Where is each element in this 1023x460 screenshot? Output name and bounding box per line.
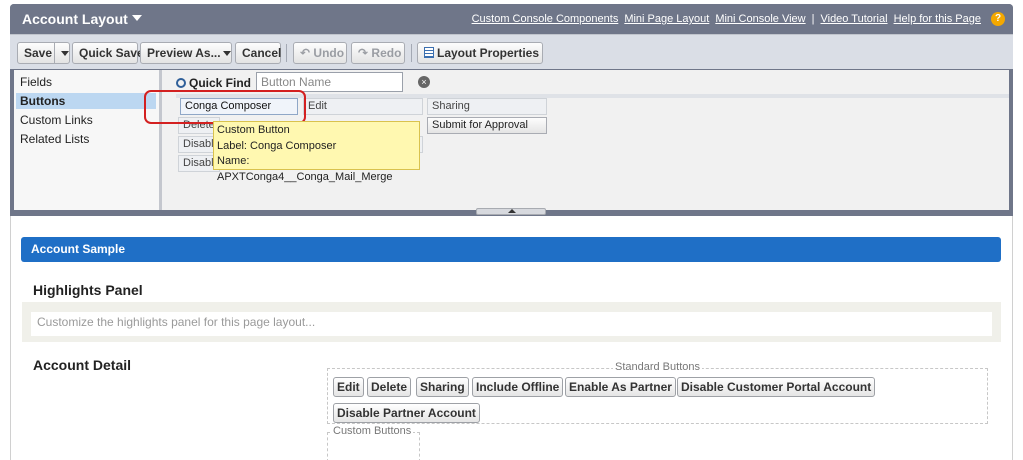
layout-title[interactable]: Account Layout xyxy=(22,11,142,27)
tooltip-label: Label: Conga Composer xyxy=(217,139,337,152)
save-dropdown-icon[interactable] xyxy=(61,51,69,56)
palette-button-edit[interactable]: Edit xyxy=(303,98,423,115)
redo-label: Redo xyxy=(371,46,402,60)
split-divider xyxy=(54,43,55,63)
layout-properties-label: Layout Properties xyxy=(437,46,540,60)
chevron-down-icon xyxy=(131,15,142,22)
editor-toolbar: Save Quick Save Preview As... Cancel ↶ U… xyxy=(10,34,1013,69)
custom-buttons-group: Custom Buttons xyxy=(327,425,420,460)
right-gutter xyxy=(1013,216,1023,460)
highlights-panel-heading: Highlights Panel xyxy=(33,282,143,298)
layout-properties-icon xyxy=(424,47,434,59)
header-links: Custom Console Components Mini Page Layo… xyxy=(472,12,1005,26)
undo-icon: ↶ xyxy=(300,46,311,60)
redo-button[interactable]: ↷ Redo xyxy=(351,42,405,64)
link-separator: | xyxy=(811,13,815,25)
save-button[interactable]: Save xyxy=(17,42,70,64)
layout-properties-button[interactable]: Layout Properties xyxy=(417,42,543,64)
custom-buttons-legend: Custom Buttons xyxy=(331,425,414,437)
quick-find-text: Quick Find xyxy=(189,76,252,90)
std-button-disable-customer-portal-account[interactable]: Disable Customer Portal Account xyxy=(677,377,876,397)
category-custom-links[interactable]: Custom Links xyxy=(16,112,156,128)
page: Account Layout Custom Console Components… xyxy=(0,0,1023,460)
highlights-panel-placeholder[interactable]: Customize the highlights panel for this … xyxy=(31,312,992,336)
tooltip-type: Custom Button xyxy=(217,124,290,136)
link-help-for-this-page[interactable]: Help for this Page xyxy=(894,13,981,25)
palette-button-sharing[interactable]: Sharing xyxy=(427,98,547,115)
layout-canvas: Account Sample Highlights Panel Customiz… xyxy=(10,216,1013,460)
cancel-button[interactable]: Cancel xyxy=(235,42,281,64)
preview-as-label: Preview As... xyxy=(147,46,221,60)
category-buttons[interactable]: Buttons xyxy=(16,93,156,109)
annotation-highlight-ring xyxy=(144,90,306,124)
category-related-lists[interactable]: Related Lists xyxy=(16,131,156,147)
button-tooltip: Custom Button Label: Conga Composer Name… xyxy=(213,121,420,183)
std-button-delete[interactable]: Delete xyxy=(367,377,412,397)
undo-label: Undo xyxy=(313,46,345,60)
quick-find-input[interactable]: Button Name xyxy=(256,72,403,92)
link-custom-console-components[interactable]: Custom Console Components xyxy=(472,13,619,25)
preview-as-button[interactable]: Preview As... xyxy=(140,42,232,64)
highlights-panel[interactable]: Customize the highlights panel for this … xyxy=(22,302,1001,342)
layout-title-text: Account Layout xyxy=(22,11,128,27)
palette-button-submit-for-approval[interactable]: Submit for Approval xyxy=(427,117,547,134)
category-fields[interactable]: Fields xyxy=(16,74,156,90)
link-video-tutorial[interactable]: Video Tutorial xyxy=(820,13,887,25)
toolbar-separator xyxy=(286,44,287,62)
save-label: Save xyxy=(24,46,53,60)
palette-header: Account Layout Custom Console Components… xyxy=(10,4,1013,34)
clear-icon[interactable]: × xyxy=(418,76,430,88)
tooltip-name: Name: APXTConga4__Conga_Mail_Merge xyxy=(217,155,393,183)
standard-buttons-group: Standard Buttons Edit Delete Sharing Inc… xyxy=(327,361,988,424)
quick-find-label: Quick Find xyxy=(176,76,251,90)
toolbar-separator xyxy=(411,44,412,62)
std-button-sharing[interactable]: Sharing xyxy=(416,377,469,397)
quick-save-button[interactable]: Quick Save xyxy=(72,42,144,64)
std-button-enable-as-partner[interactable]: Enable As Partner xyxy=(565,377,676,397)
link-mini-console-view[interactable]: Mini Console View xyxy=(715,13,805,25)
help-icon[interactable]: ? xyxy=(991,12,1005,26)
account-detail-heading: Account Detail xyxy=(33,357,132,373)
section-bar-account-sample[interactable]: Account Sample xyxy=(21,237,1001,262)
redo-icon: ↷ xyxy=(358,46,369,60)
standard-buttons-legend: Standard Buttons xyxy=(612,361,702,373)
palette-categories: Fields Buttons Custom Links Related List… xyxy=(14,70,162,210)
std-button-edit[interactable]: Edit xyxy=(333,377,364,397)
std-button-disable-partner-account[interactable]: Disable Partner Account xyxy=(333,403,480,423)
std-button-include-offline[interactable]: Include Offline xyxy=(472,377,564,397)
chevron-down-icon xyxy=(222,51,231,57)
chevron-up-icon xyxy=(508,209,516,213)
link-mini-page-layout[interactable]: Mini Page Layout xyxy=(624,13,709,25)
palette-collapse-handle[interactable] xyxy=(476,208,546,215)
search-icon xyxy=(176,78,186,88)
undo-button[interactable]: ↶ Undo xyxy=(293,42,347,64)
